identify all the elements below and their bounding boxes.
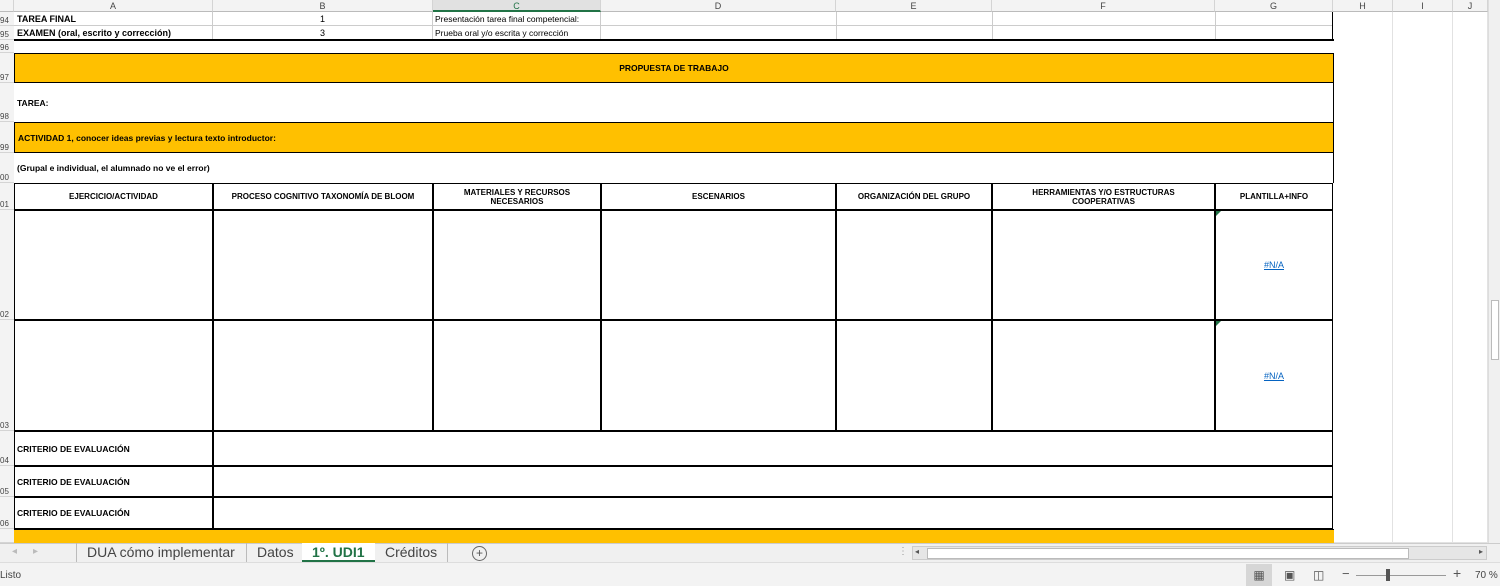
cell-b95[interactable]: 3 <box>213 26 433 40</box>
row-header[interactable]: 95 <box>0 26 14 40</box>
zoom-out-icon[interactable]: − <box>1342 566 1350 581</box>
row-header[interactable]: 94 <box>0 12 14 26</box>
tab-dua[interactable]: DUA cómo implementar <box>76 543 245 562</box>
row-header[interactable]: 97 <box>0 53 14 83</box>
header-materiales[interactable]: MATERIALES Y RECURSOS NECESARIOS <box>433 183 601 210</box>
scroll-right-icon[interactable]: ▸ <box>1479 547 1483 556</box>
col-header-c[interactable]: C <box>433 0 601 12</box>
column-h-cells[interactable] <box>1333 12 1393 543</box>
horizontal-scrollbar[interactable]: ◂ ▸ <box>912 546 1487 560</box>
criterio-label[interactable]: CRITERIO DE EVALUACIÓN <box>14 431 213 466</box>
cell-a103[interactable] <box>14 320 213 431</box>
tab-creditos[interactable]: Créditos <box>375 543 449 562</box>
tab-datos[interactable]: Datos <box>246 543 304 562</box>
row-header[interactable]: 02 <box>0 210 14 320</box>
col-header-g[interactable]: G <box>1215 0 1333 12</box>
header-plantilla[interactable]: PLANTILLA+INFO <box>1215 183 1333 210</box>
normal-view-icon[interactable]: ▦ <box>1246 564 1272 586</box>
header-herramientas[interactable]: HERRAMIENTAS Y/O ESTRUCTURAS COOPERATIVA… <box>992 183 1215 210</box>
criterio-value[interactable] <box>213 431 1333 466</box>
column-i-cells[interactable] <box>1393 12 1453 543</box>
cell-c94[interactable]: Presentación tarea final competencial: <box>433 12 601 26</box>
criterio-label[interactable]: CRITERIO DE EVALUACIÓN <box>14 497 213 529</box>
row-header[interactable]: 03 <box>0 320 14 431</box>
header-proceso-cognitivo[interactable]: PROCESO COGNITIVO TAXONOMÍA DE BLOOM <box>213 183 433 210</box>
row-header[interactable]: 05 <box>0 466 14 497</box>
page-layout-view-icon[interactable]: ▣ <box>1284 568 1295 582</box>
criterio-label[interactable]: CRITERIO DE EVALUACIÓN <box>14 466 213 497</box>
cell-f103[interactable] <box>992 320 1215 431</box>
row-header[interactable]: 98 <box>0 83 14 122</box>
col-header-j[interactable]: J <box>1453 0 1488 12</box>
add-sheet-icon[interactable]: + <box>472 546 487 561</box>
splitter-handle-icon[interactable]: ⋮ <box>898 546 908 557</box>
header-organizacion[interactable]: ORGANIZACIÓN DEL GRUPO <box>836 183 992 210</box>
cell-d103[interactable] <box>601 320 836 431</box>
row-header[interactable]: 96 <box>0 40 14 53</box>
grupal-note[interactable]: (Grupal e individual, el alumnado no ve … <box>14 153 1334 183</box>
criterio-value[interactable] <box>213 466 1333 497</box>
zoom-slider-thumb[interactable] <box>1386 569 1390 581</box>
zoom-level[interactable]: 70 % <box>1475 570 1498 581</box>
vertical-scrollbar[interactable] <box>1488 0 1500 543</box>
zoom-slider[interactable] <box>1356 575 1446 576</box>
cell-a94[interactable]: TAREA FINAL <box>14 12 213 26</box>
col-header-d[interactable]: D <box>601 0 836 12</box>
row-header[interactable] <box>0 529 14 543</box>
divider <box>14 39 1334 41</box>
cell-c103[interactable] <box>433 320 601 431</box>
propuesta-header[interactable]: PROPUESTA DE TRABAJO <box>14 53 1334 83</box>
row-header[interactable]: 01 <box>0 183 14 210</box>
cell-b102[interactable] <box>213 210 433 320</box>
vertical-scroll-thumb[interactable] <box>1491 300 1499 360</box>
tarea-label[interactable]: TAREA: <box>14 83 1334 122</box>
error-indicator-icon <box>1216 321 1221 326</box>
cell-e103[interactable] <box>836 320 992 431</box>
tab-scroll-left-icon[interactable]: ◂ <box>12 546 17 557</box>
tab-1-udi1[interactable]: 1º. UDI1 <box>302 543 375 562</box>
actividad-1-header[interactable]: ACTIVIDAD 1, conocer ideas previas y lec… <box>14 122 1334 153</box>
status-text: Listo <box>0 570 22 581</box>
na-link[interactable]: #N/A <box>1264 260 1284 270</box>
scroll-left-icon[interactable]: ◂ <box>915 547 919 556</box>
zoom-in-icon[interactable]: + <box>1453 565 1461 581</box>
cell-f102[interactable] <box>992 210 1215 320</box>
col-header-h[interactable]: H <box>1333 0 1393 12</box>
cell-c95[interactable]: Prueba oral y/o escrita y corrección <box>433 26 601 40</box>
col-header-i[interactable]: I <box>1393 0 1453 12</box>
row-header[interactable]: 00 <box>0 153 14 183</box>
horizontal-scroll-thumb[interactable] <box>927 548 1409 559</box>
error-indicator-icon <box>1216 211 1221 216</box>
col-header-b[interactable]: B <box>213 0 433 12</box>
page-break-view-icon[interactable]: ◫ <box>1313 568 1324 582</box>
status-bar <box>0 562 1500 586</box>
cell-a95[interactable]: EXAMEN (oral, escrito y corrección) <box>14 26 213 40</box>
cell-e102[interactable] <box>836 210 992 320</box>
criterio-value[interactable] <box>213 497 1333 529</box>
select-all[interactable] <box>0 0 14 12</box>
column-j-cells[interactable] <box>1453 12 1488 543</box>
tab-scroll-right-icon[interactable]: ▸ <box>33 546 38 557</box>
col-header-f[interactable]: F <box>992 0 1215 12</box>
cell-b94[interactable]: 1 <box>213 12 433 26</box>
cell-d102[interactable] <box>601 210 836 320</box>
col-header-e[interactable]: E <box>836 0 992 12</box>
cell-c102[interactable] <box>433 210 601 320</box>
row-header[interactable]: 99 <box>0 122 14 153</box>
col-header-a[interactable]: A <box>14 0 213 12</box>
na-link[interactable]: #N/A <box>1264 371 1284 381</box>
cell-g102[interactable]: #N/A <box>1215 210 1333 320</box>
row-header[interactable]: 06 <box>0 497 14 529</box>
cell-b103[interactable] <box>213 320 433 431</box>
cell-g103[interactable]: #N/A <box>1215 320 1333 431</box>
row-header[interactable]: 04 <box>0 431 14 466</box>
cells-d-g-94-95[interactable] <box>601 12 1333 40</box>
header-escenarios[interactable]: ESCENARIOS <box>601 183 836 210</box>
header-ejercicio[interactable]: EJERCICIO/ACTIVIDAD <box>14 183 213 210</box>
next-section-header[interactable] <box>14 529 1334 543</box>
cell-a102[interactable] <box>14 210 213 320</box>
